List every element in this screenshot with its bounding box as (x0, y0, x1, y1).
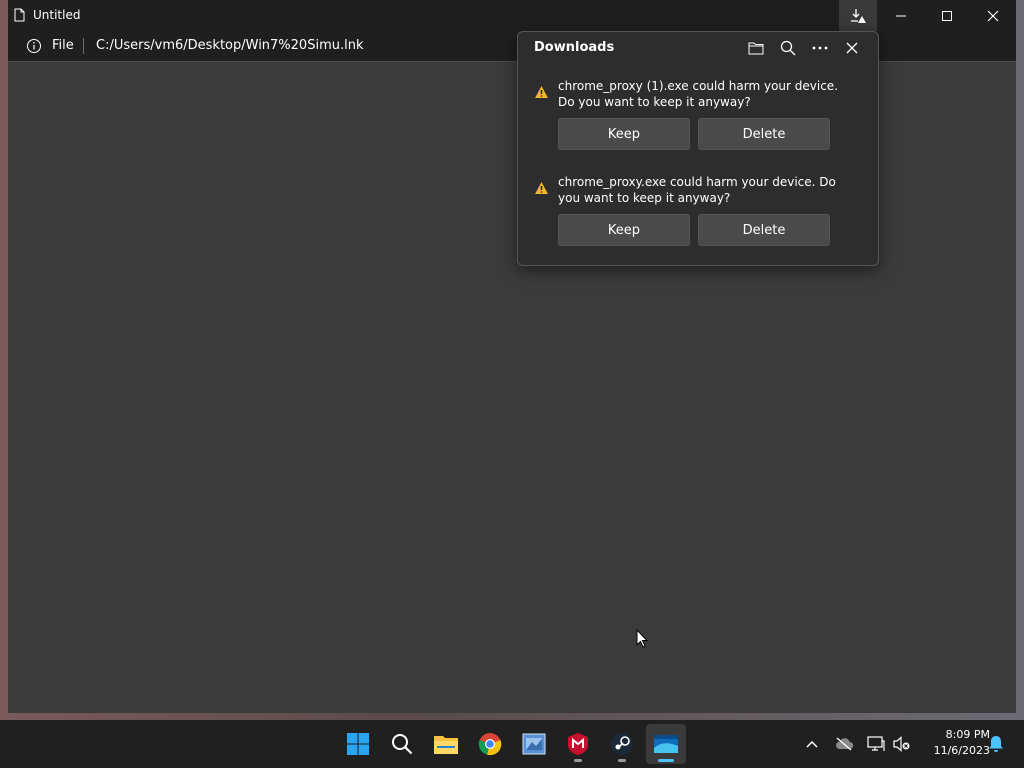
browser-taskbar-button[interactable] (646, 724, 686, 764)
maximize-button[interactable] (924, 0, 970, 31)
mouse-cursor-icon (636, 629, 648, 648)
url-text[interactable]: C:/Users/vm6/Desktop/Win7%20Simu.lnk (96, 38, 363, 53)
notifications-button[interactable] (986, 734, 1006, 754)
more-options-button[interactable] (809, 38, 831, 58)
document-icon (14, 8, 25, 22)
taskbar: 8:09 PM 11/6/2023 (0, 720, 1024, 768)
warning-icon (535, 86, 548, 98)
windows-start-icon (347, 733, 369, 755)
app-window-button[interactable] (514, 724, 554, 764)
warning-icon (535, 182, 548, 194)
app-window-icon (522, 733, 546, 755)
download-warning-message: chrome_proxy (1).exe could harm your dev… (558, 79, 839, 109)
search-icon (392, 734, 413, 755)
network-button[interactable] (866, 734, 886, 754)
open-folder-button[interactable] (745, 38, 767, 58)
keep-button[interactable]: Keep (558, 118, 690, 150)
download-warning-icon (851, 8, 866, 23)
downloads-panel: Downloads chrome_proxy (1).exe could har… (517, 31, 879, 266)
show-hidden-icons-button[interactable] (802, 734, 822, 754)
clock[interactable]: 8:09 PM 11/6/2023 (918, 727, 990, 759)
clock-date: 11/6/2023 (933, 744, 990, 757)
taskbar-search-button[interactable] (382, 724, 422, 764)
steam-icon (611, 733, 633, 755)
chrome-button[interactable] (470, 724, 510, 764)
close-downloads-button[interactable] (841, 38, 863, 58)
running-indicator (574, 759, 582, 762)
file-explorer-button[interactable] (426, 724, 466, 764)
maximize-icon (942, 10, 952, 21)
file-label: File (52, 38, 74, 53)
info-icon[interactable] (26, 38, 42, 54)
onedrive-button[interactable] (834, 734, 854, 754)
folder-icon (748, 42, 764, 55)
search-downloads-button[interactable] (777, 38, 799, 58)
steam-button[interactable] (602, 724, 642, 764)
close-button[interactable] (970, 0, 1016, 31)
running-indicator (618, 759, 626, 762)
download-warning-message: chrome_proxy.exe could harm your device.… (558, 175, 836, 205)
title-bar: Untitled (8, 0, 1016, 31)
close-icon (987, 10, 999, 21)
delete-button[interactable]: Delete (698, 214, 830, 246)
chevron-up-icon (806, 740, 818, 748)
minimize-icon (896, 15, 906, 16)
search-icon (780, 40, 796, 56)
cloud-offline-icon (836, 737, 854, 751)
network-icon (867, 736, 885, 751)
active-indicator (658, 759, 674, 762)
minimize-button[interactable] (878, 0, 924, 31)
chrome-icon (478, 733, 502, 756)
window-title: Untitled (33, 8, 81, 22)
bell-icon (989, 736, 1003, 752)
more-icon (812, 46, 828, 50)
start-button[interactable] (338, 724, 378, 764)
delete-button[interactable]: Delete (698, 118, 830, 150)
downloads-button[interactable] (839, 0, 877, 31)
mcafee-button[interactable] (558, 724, 598, 764)
close-icon (846, 42, 858, 54)
browser-window-icon (654, 735, 678, 753)
volume-muted-icon (893, 736, 910, 752)
file-explorer-icon (434, 736, 458, 754)
keep-button[interactable]: Keep (558, 214, 690, 246)
mcafee-icon (568, 733, 588, 755)
address-separator (83, 38, 84, 54)
clock-time: 8:09 PM (945, 728, 990, 741)
volume-button[interactable] (892, 734, 912, 754)
downloads-title: Downloads (534, 40, 615, 55)
